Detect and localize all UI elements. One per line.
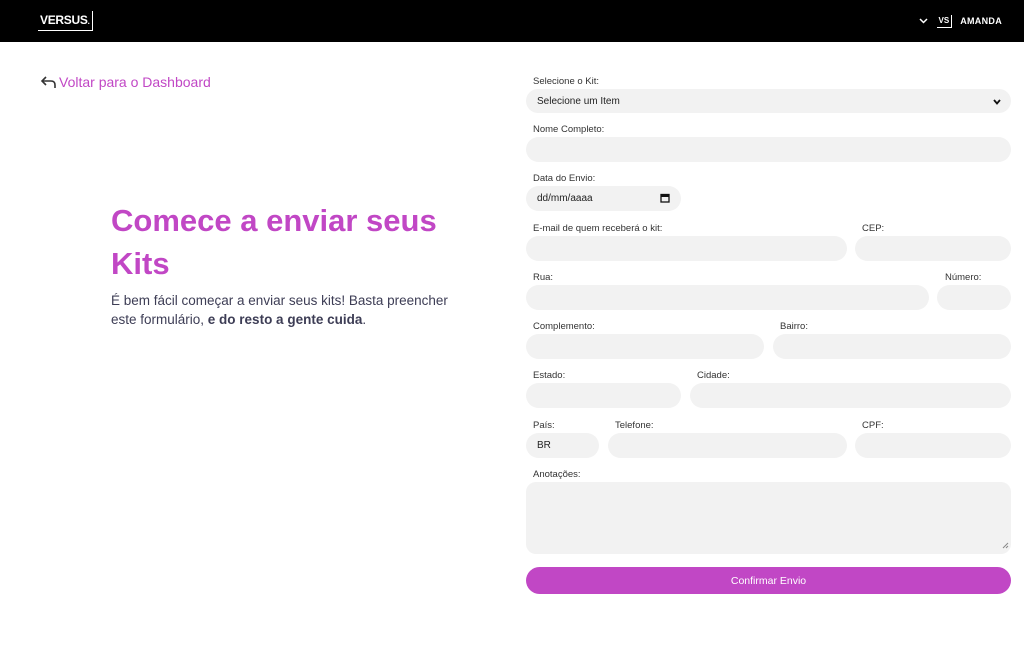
cep-label: CEP: xyxy=(862,223,885,234)
description-bold-text: e do resto a gente cuida xyxy=(207,312,363,327)
nome-completo-input[interactable] xyxy=(526,137,1011,162)
nome-label: Nome Completo: xyxy=(533,124,605,135)
cidade-label: Cidade: xyxy=(697,370,730,381)
top-navbar: VERSUS. VS AMANDA xyxy=(0,0,1024,42)
confirm-send-button[interactable]: Confirmar Envio xyxy=(526,567,1011,594)
cidade-input[interactable] xyxy=(690,383,1011,408)
data-envio-label: Data do Envio: xyxy=(533,173,596,184)
kit-select-value: Selecione um Item xyxy=(537,95,620,107)
rua-input[interactable] xyxy=(526,285,929,310)
anotacoes-textarea[interactable] xyxy=(526,482,1011,554)
bairro-label: Bairro: xyxy=(780,321,808,332)
email-label: E-mail de quem receberá o kit: xyxy=(533,223,663,234)
estado-input[interactable] xyxy=(526,383,681,408)
email-input[interactable] xyxy=(526,236,847,261)
date-placeholder: dd/mm/aaaa xyxy=(537,193,593,204)
complemento-label: Complemento: xyxy=(533,321,595,332)
kit-label: Selecione o Kit: xyxy=(533,76,600,87)
resize-handle-icon[interactable] xyxy=(1002,541,1009,552)
telefone-input[interactable] xyxy=(608,433,847,458)
cep-input[interactable] xyxy=(855,236,1011,261)
bairro-input[interactable] xyxy=(773,334,1011,359)
kit-select[interactable]: Selecione um Item xyxy=(526,89,1011,113)
rua-label: Rua: xyxy=(533,272,554,283)
data-envio-input[interactable]: dd/mm/aaaa xyxy=(526,186,681,211)
cpf-input[interactable] xyxy=(855,433,1011,458)
telefone-label: Telefone: xyxy=(615,420,654,431)
chevron-down-icon xyxy=(993,97,1001,108)
page-description: É bem fácil começar a enviar seus kits! … xyxy=(111,291,471,329)
numero-label: Número: xyxy=(945,272,982,283)
page-title: Comece a enviar seus Kits xyxy=(111,203,437,281)
back-to-dashboard-link[interactable]: Voltar para o Dashboard xyxy=(40,74,211,90)
versus-logo[interactable]: VERSUS. xyxy=(38,11,93,31)
cpf-label: CPF: xyxy=(862,420,884,431)
chevron-down-icon[interactable] xyxy=(919,13,929,29)
complemento-input[interactable] xyxy=(526,334,764,359)
back-link-label: Voltar para o Dashboard xyxy=(59,74,211,90)
calendar-icon[interactable] xyxy=(660,193,670,206)
user-name: AMANDA xyxy=(960,16,1002,26)
pais-input[interactable]: BR xyxy=(526,433,599,458)
description-end: . xyxy=(362,312,367,327)
user-menu[interactable]: VS AMANDA xyxy=(919,13,1002,29)
estado-label: Estado: xyxy=(533,370,566,381)
user-avatar-badge: VS xyxy=(936,14,953,28)
anotacoes-label: Anotações: xyxy=(533,469,581,480)
return-arrow-icon xyxy=(40,75,57,89)
pais-label: País: xyxy=(533,420,555,431)
numero-input[interactable] xyxy=(937,285,1011,310)
